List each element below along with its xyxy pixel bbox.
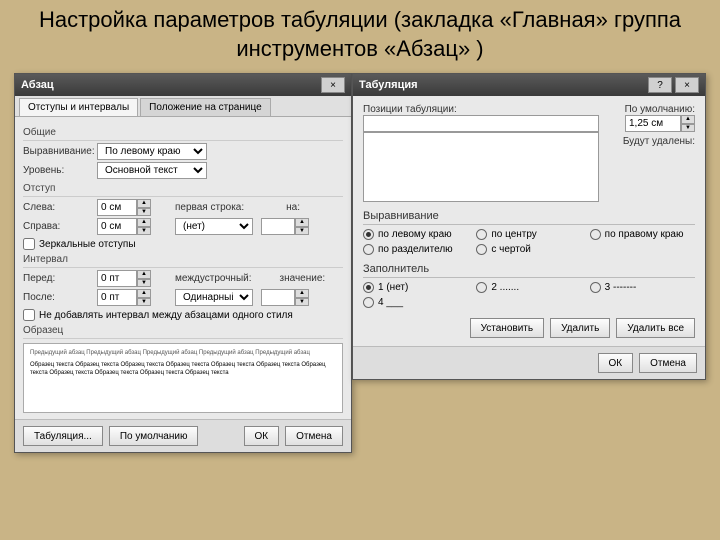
right-label: Справа:	[23, 221, 93, 232]
left-spinner[interactable]: ▲▼	[97, 199, 151, 216]
alignment-section: Выравнивание	[363, 210, 695, 225]
positions-label: Позиции табуляции:	[363, 104, 599, 115]
level-label: Уровень:	[23, 165, 93, 176]
tab-position[interactable]: Положение на странице	[140, 98, 270, 116]
close-icon[interactable]: ×	[321, 77, 345, 93]
tab-indents[interactable]: Отступы и интервалы	[19, 98, 138, 116]
delete-all-button[interactable]: Удалить все	[616, 318, 695, 338]
default-spinner[interactable]: ▲▼	[607, 115, 695, 132]
leader-none-radio[interactable]: 1 (нет)	[363, 282, 468, 293]
leader-group: 1 (нет) 2 ....... 3 ------- 4 ___	[363, 282, 695, 308]
nospace-checkbox[interactable]: Не добавлять интервал между абзацами одн…	[23, 309, 343, 321]
default-label: По умолчанию:	[607, 104, 695, 115]
before-spinner[interactable]: ▲▼	[97, 270, 151, 287]
will-delete-label: Будут удалены:	[607, 136, 695, 147]
leader-dots-radio[interactable]: 2 .......	[476, 282, 581, 293]
mirror-checkbox[interactable]: Зеркальные отступы	[23, 238, 343, 250]
leader-underline-radio[interactable]: 4 ___	[363, 297, 468, 308]
tabulation-titlebar[interactable]: Табуляция ? ×	[353, 74, 705, 96]
align-right-radio[interactable]: по правому краю	[590, 229, 695, 240]
level-select[interactable]: Основной текст	[97, 162, 207, 179]
left-label: Слева:	[23, 202, 93, 213]
group-spacing: Интервал	[23, 254, 343, 268]
alignment-group: по левому краю по центру по правому краю…	[363, 229, 695, 255]
preview-text-cur: Образец текста Образец текста Образец те…	[30, 362, 336, 378]
positions-listbox[interactable]	[363, 132, 599, 202]
close-icon[interactable]: ×	[675, 77, 699, 93]
paragraph-dialog: Абзац × Отступы и интервалы Положение на…	[14, 73, 352, 453]
align-bar-radio[interactable]: с чертой	[476, 244, 581, 255]
line-select[interactable]: Одинарный	[175, 289, 253, 306]
group-sample: Образец	[23, 325, 343, 339]
align-select[interactable]: По левому краю	[97, 143, 207, 160]
value-spinner[interactable]: ▲▼	[261, 289, 309, 306]
on-spinner[interactable]: ▲▼	[261, 218, 309, 235]
cancel-button[interactable]: Отмена	[285, 426, 343, 446]
tabs-button[interactable]: Табуляция...	[23, 426, 103, 446]
align-label: Выравнивание:	[23, 146, 93, 157]
after-label: После:	[23, 292, 93, 303]
slide-title: Настройка параметров табуляции (закладка…	[0, 0, 720, 73]
right-spinner[interactable]: ▲▼	[97, 218, 151, 235]
dialog-area: Абзац × Отступы и интервалы Положение на…	[0, 73, 720, 513]
delete-button[interactable]: Удалить	[550, 318, 610, 338]
tabulation-dialog: Табуляция ? × Позиции табуляции: По умол…	[352, 73, 706, 380]
tabulation-title: Табуляция	[359, 79, 418, 91]
paragraph-title: Абзац	[21, 79, 54, 91]
align-left-radio[interactable]: по левому краю	[363, 229, 468, 240]
align-decimal-radio[interactable]: по разделителю	[363, 244, 468, 255]
firstline-label: первая строка:	[175, 202, 244, 213]
align-center-radio[interactable]: по центру	[476, 229, 581, 240]
group-general: Общие	[23, 127, 343, 141]
default-button[interactable]: По умолчанию	[109, 426, 199, 446]
group-indent: Отступ	[23, 183, 343, 197]
set-button[interactable]: Установить	[470, 318, 545, 338]
before-label: Перед:	[23, 273, 93, 284]
value-label: значение:	[280, 273, 326, 284]
paragraph-tabs: Отступы и интервалы Положение на страниц…	[15, 96, 351, 117]
leader-dashes-radio[interactable]: 3 -------	[590, 282, 695, 293]
after-spinner[interactable]: ▲▼	[97, 289, 151, 306]
help-icon[interactable]: ?	[648, 77, 672, 93]
leader-section: Заполнитель	[363, 263, 695, 278]
on-label: на:	[286, 202, 300, 213]
ok-button[interactable]: ОК	[598, 353, 634, 373]
firstline-select[interactable]: (нет)	[175, 218, 253, 235]
preview-text-prev: Предыдущий абзац Предыдущий абзац Предыд…	[30, 350, 336, 358]
paragraph-titlebar[interactable]: Абзац ×	[15, 74, 351, 96]
cancel-button[interactable]: Отмена	[639, 353, 697, 373]
position-input[interactable]	[363, 115, 599, 132]
line-label: междустрочный:	[175, 273, 252, 284]
preview-box: Предыдущий абзац Предыдущий абзац Предыд…	[23, 343, 343, 413]
ok-button[interactable]: ОК	[244, 426, 280, 446]
